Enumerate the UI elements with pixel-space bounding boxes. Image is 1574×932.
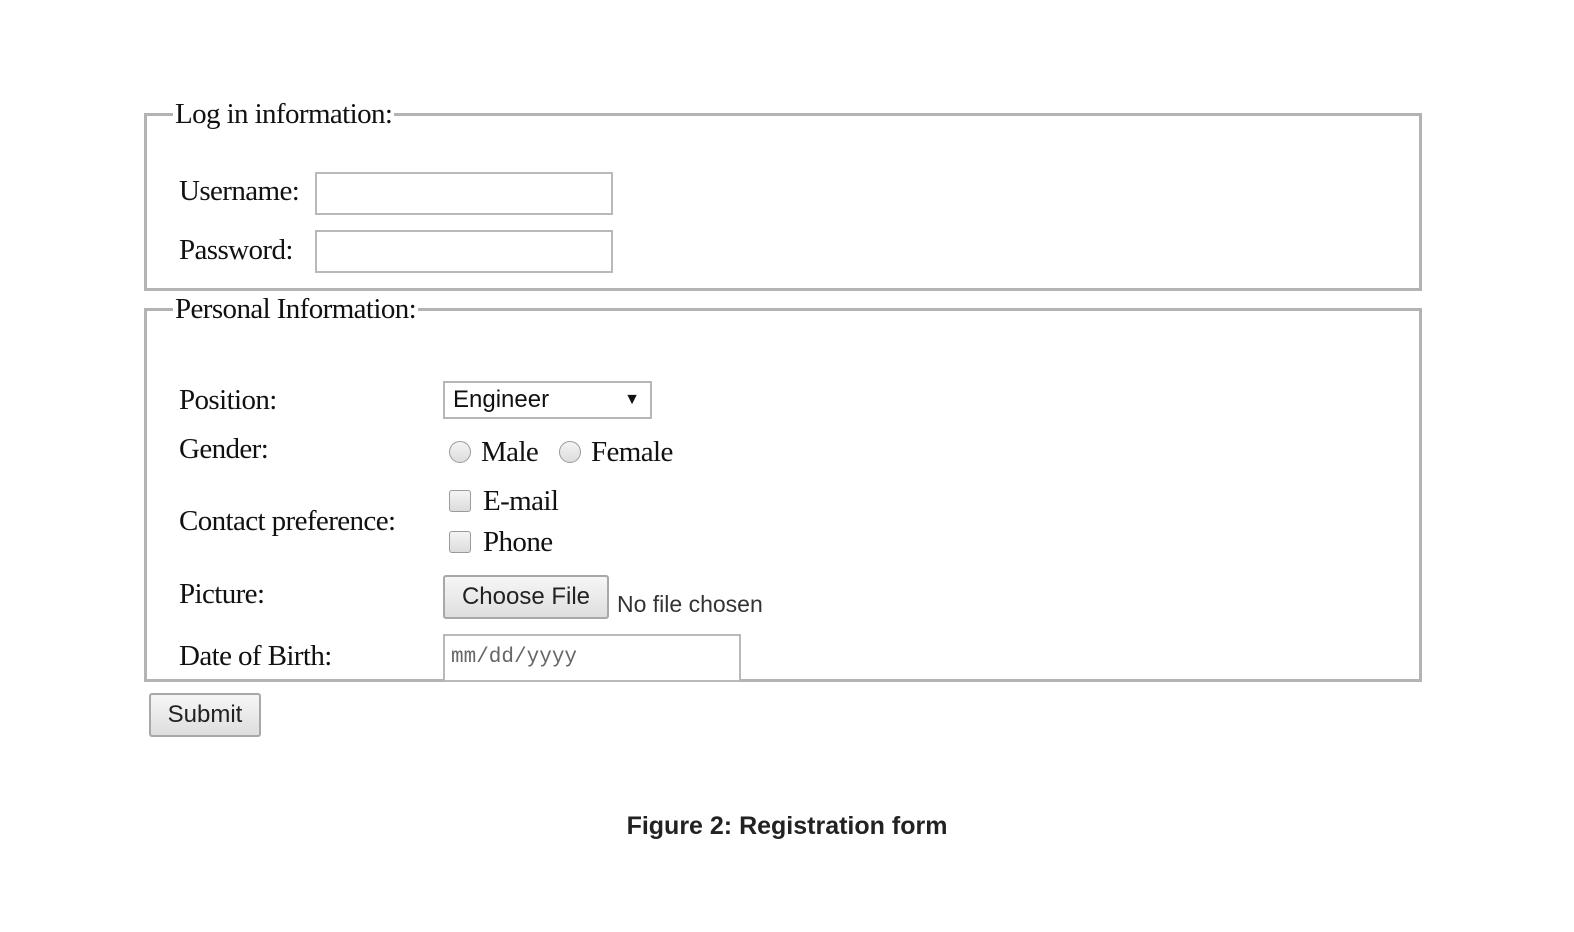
personal-fieldset: Personal Information: Position: Engineer… xyxy=(144,293,1422,682)
login-fieldset: Log in information: Username: Password: xyxy=(144,98,1422,291)
choose-file-button[interactable]: Choose File xyxy=(443,575,609,619)
contact-option-email[interactable]: E-mail xyxy=(449,484,559,518)
position-selected-value: Engineer xyxy=(453,386,550,413)
dob-label: Date of Birth: xyxy=(179,640,332,672)
dropdown-arrow-icon: ▼ xyxy=(624,391,640,408)
contact-option-phone[interactable]: Phone xyxy=(449,525,553,559)
position-label: Position: xyxy=(179,384,277,416)
checkbox-phone[interactable] xyxy=(449,531,471,553)
gender-option-female[interactable]: Female xyxy=(559,435,673,469)
submit-button[interactable]: Submit xyxy=(149,693,261,737)
password-label: Password: xyxy=(179,234,293,266)
figure-caption: Figure 2: Registration form xyxy=(626,812,948,840)
username-input[interactable] xyxy=(315,172,613,215)
gender-female-label: Female xyxy=(591,436,673,468)
radio-male[interactable] xyxy=(449,441,471,463)
contact-email-label: E-mail xyxy=(483,485,559,517)
contact-phone-label: Phone xyxy=(483,526,553,558)
gender-label: Gender: xyxy=(179,433,269,465)
gender-option-male[interactable]: Male xyxy=(449,435,539,469)
gender-male-label: Male xyxy=(481,436,539,468)
contact-label: Contact preference: xyxy=(179,505,396,537)
login-legend: Log in information: xyxy=(175,98,393,130)
password-input[interactable] xyxy=(315,230,613,273)
username-label: Username: xyxy=(179,175,300,207)
radio-female[interactable] xyxy=(559,441,581,463)
checkbox-email[interactable] xyxy=(449,490,471,512)
position-select[interactable]: Engineer ▼ xyxy=(443,381,652,419)
personal-legend: Personal Information: xyxy=(175,293,417,325)
date-of-birth-input[interactable]: mm/dd/yyyy xyxy=(443,634,741,682)
picture-label: Picture: xyxy=(179,578,265,610)
no-file-chosen-text: No file chosen xyxy=(617,591,763,617)
